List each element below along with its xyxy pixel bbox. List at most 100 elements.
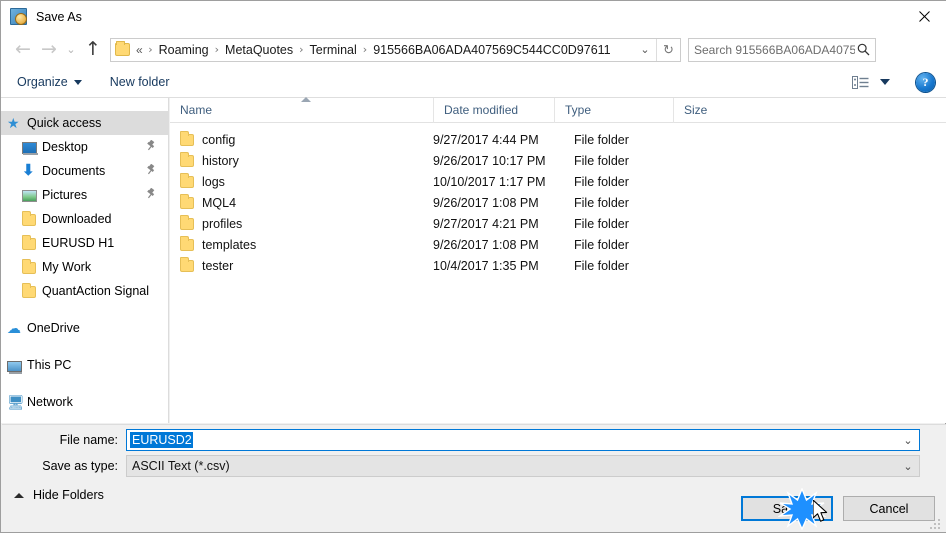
close-icon[interactable]: [901, 1, 946, 31]
table-row[interactable]: profiles 9/27/2017 4:21 PM File folder: [170, 213, 946, 234]
help-icon[interactable]: ?: [916, 72, 935, 92]
file-type-cell: File folder: [574, 195, 629, 210]
file-name-label: profiles: [202, 216, 243, 231]
chevron-down-icon[interactable]: ⌄: [897, 460, 919, 473]
file-name-input[interactable]: EURUSD2 ⌄: [126, 429, 920, 451]
table-row[interactable]: config 9/27/2017 4:44 PM File folder: [170, 129, 946, 150]
table-row[interactable]: history 9/26/2017 10:17 PM File folder: [170, 150, 946, 171]
cancel-button[interactable]: Cancel: [843, 496, 935, 521]
file-date-cell: 10/4/2017 1:35 PM: [433, 258, 539, 273]
file-name-label: history: [202, 153, 239, 168]
save-as-dialog: Save As ← → ⌄ ↑ « › Roaming › MetaQuotes…: [0, 0, 946, 533]
sidebar-item-label: Network: [27, 395, 73, 409]
back-arrow-icon: ←: [15, 38, 31, 60]
column-header-row: Name Date modified Type Size: [170, 96, 946, 123]
sidebar-item-label: OneDrive: [27, 321, 80, 335]
documents-icon: ⬇: [22, 162, 35, 179]
column-label: Type: [565, 103, 592, 117]
sidebar-item-documents[interactable]: ⬇ Documents: [1, 159, 168, 183]
recent-locations-button[interactable]: ⌄: [62, 37, 80, 63]
save-button[interactable]: Save: [741, 496, 833, 521]
breadcrumb-separator: ›: [214, 43, 220, 56]
save-as-type-label: Save as type:: [42, 459, 118, 473]
column-label: Date modified: [444, 103, 519, 117]
table-row[interactable]: tester 10/4/2017 1:35 PM File folder: [170, 255, 946, 276]
file-name-label: logs: [202, 174, 225, 189]
up-arrow-icon: ↑: [85, 38, 101, 60]
save-as-type-value: ASCII Text (*.csv): [132, 459, 230, 473]
folder-icon: [115, 41, 130, 56]
search-input[interactable]: Search 915566BA06ADA40756...: [694, 43, 855, 57]
breadcrumb-separator: ›: [299, 43, 304, 56]
refresh-icon[interactable]: ↻: [656, 38, 680, 61]
organize-button[interactable]: Organize: [17, 75, 82, 89]
toolbar: Organize New folder ?: [1, 67, 946, 98]
breadcrumb-item-current[interactable]: 915566BA06ADA407569C544CC0D97611: [373, 43, 610, 57]
file-name-label: config: [202, 132, 236, 147]
save-form: File name: EURUSD2 ⌄ Save as type: ASCII…: [2, 424, 946, 486]
back-button[interactable]: ←: [10, 37, 36, 63]
view-dropdown-icon[interactable]: [880, 79, 890, 85]
hide-folders-button[interactable]: Hide Folders: [14, 488, 104, 502]
sidebar-item-my-work[interactable]: My Work: [1, 255, 168, 279]
sidebar-item-label: This PC: [27, 358, 72, 372]
sidebar-item-quantaction-signal[interactable]: QuantAction Signal: [1, 279, 168, 303]
table-row[interactable]: logs 10/10/2017 1:17 PM File folder: [170, 171, 946, 192]
file-name-cell: tester: [170, 256, 433, 273]
file-name-label: File name:: [59, 433, 118, 447]
file-type-cell: File folder: [574, 258, 629, 273]
table-row[interactable]: MQL4 9/26/2017 1:08 PM File folder: [170, 192, 946, 213]
chevron-down-icon[interactable]: ⌄: [897, 434, 919, 447]
pin-icon[interactable]: [145, 163, 157, 176]
save-as-type-select[interactable]: ASCII Text (*.csv) ⌄: [126, 455, 920, 477]
column-header-name[interactable]: Name: [170, 96, 433, 123]
address-bar[interactable]: « › Roaming › MetaQuotes › Terminal › 91…: [110, 37, 681, 62]
navigation-sidebar[interactable]: ★ Quick access Desktop ⬇ Documents Pictu…: [1, 98, 169, 423]
address-dropdown-icon[interactable]: ⌄: [634, 39, 656, 61]
new-folder-button[interactable]: New folder: [110, 75, 170, 89]
column-header-type[interactable]: Type: [554, 97, 673, 123]
folder-icon: [180, 172, 194, 188]
up-button[interactable]: ↑: [80, 37, 106, 63]
this-pc-icon: [7, 360, 22, 374]
search-box[interactable]: Search 915566BA06ADA40756...: [688, 37, 876, 62]
breadcrumb-overflow[interactable]: «: [136, 43, 143, 57]
sidebar-item-label: Quick access: [27, 116, 102, 130]
sidebar-item-quick-access[interactable]: ★ Quick access: [1, 111, 168, 135]
pin-icon[interactable]: [145, 139, 157, 152]
sidebar-item-downloaded[interactable]: Downloaded: [1, 207, 168, 231]
sidebar-item-label: EURUSD H1: [42, 236, 115, 250]
file-name-cell: config: [170, 130, 433, 147]
view-layout-icon[interactable]: [852, 75, 869, 89]
folder-icon: [180, 130, 194, 146]
column-header-date-modified[interactable]: Date modified: [433, 97, 554, 123]
cancel-button-label: Cancel: [869, 501, 909, 516]
folder-icon: [22, 235, 36, 250]
desktop-icon: [22, 142, 38, 155]
folder-icon: [22, 211, 36, 226]
file-name-cell: templates: [170, 235, 433, 252]
table-row[interactable]: templates 9/26/2017 1:08 PM File folder: [170, 234, 946, 255]
resize-grip[interactable]: [930, 517, 943, 530]
sort-ascending-icon: [301, 96, 311, 102]
file-date-cell: 9/26/2017 1:08 PM: [433, 237, 539, 252]
pictures-icon: [22, 190, 37, 202]
breadcrumb-item-roaming[interactable]: Roaming: [159, 43, 209, 57]
file-name-cell: profiles: [170, 214, 433, 231]
organize-label: Organize: [17, 75, 68, 89]
sidebar-item-label: My Work: [42, 260, 92, 274]
pin-icon[interactable]: [145, 187, 157, 200]
sidebar-item-desktop[interactable]: Desktop: [1, 135, 168, 159]
star-icon: ★: [7, 115, 20, 131]
forward-button[interactable]: →: [36, 37, 62, 63]
sidebar-item-network[interactable]: 🖥 Network: [1, 390, 168, 414]
sidebar-item-this-pc[interactable]: This PC: [1, 353, 168, 377]
sidebar-item-eurusd-h1[interactable]: EURUSD H1: [1, 231, 168, 255]
sidebar-item-pictures[interactable]: Pictures: [1, 183, 168, 207]
sidebar-item-onedrive[interactable]: ☁ OneDrive: [1, 316, 168, 340]
breadcrumb-item-terminal[interactable]: Terminal: [310, 43, 357, 57]
file-type-cell: File folder: [574, 153, 629, 168]
breadcrumb-item-metaquotes[interactable]: MetaQuotes: [225, 43, 293, 57]
column-header-size[interactable]: Size: [673, 97, 754, 123]
